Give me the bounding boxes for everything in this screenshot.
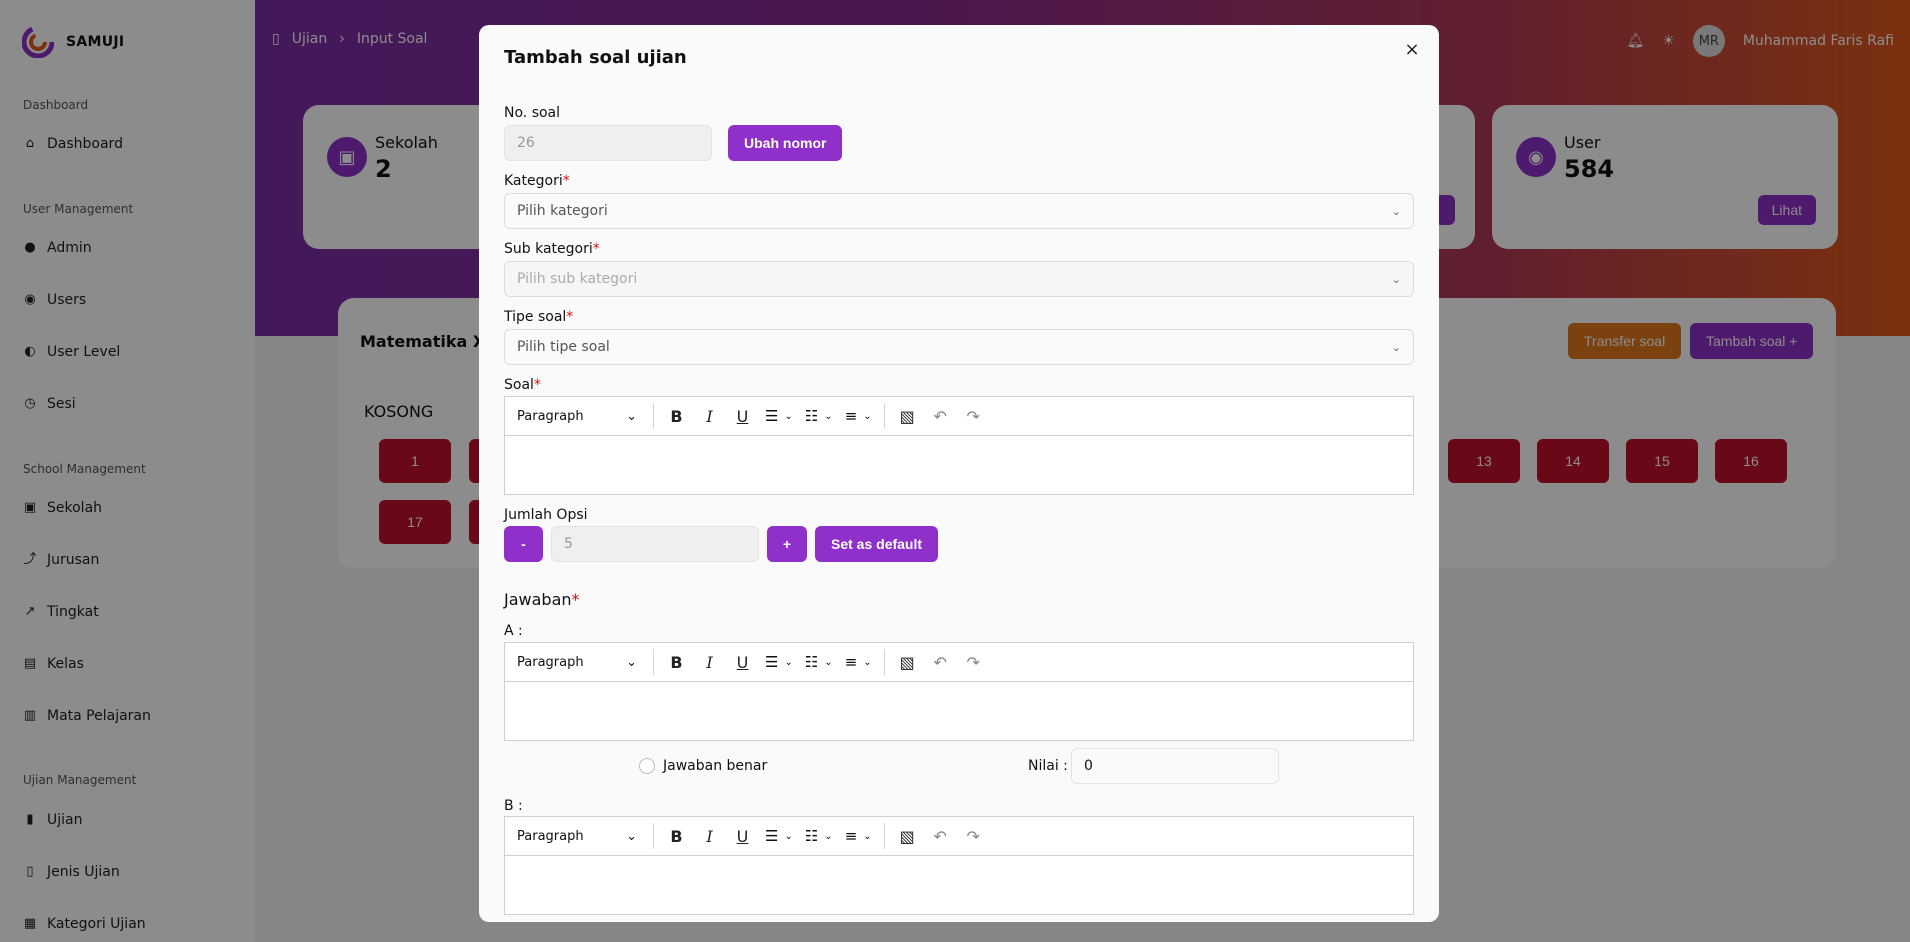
- redo-icon[interactable]: ↷: [957, 402, 990, 430]
- numbered-list-icon[interactable]: ☷ ⌄: [799, 407, 839, 425]
- required-mark: *: [592, 241, 600, 257]
- chevron-down-icon: ⌄: [1391, 340, 1401, 354]
- chevron-down-icon: ⌄: [1391, 204, 1401, 218]
- jawaban-benar-radio[interactable]: [639, 758, 655, 774]
- italic-icon[interactable]: I: [693, 402, 726, 430]
- paragraph-dropdown[interactable]: Paragraph ⌄: [517, 829, 647, 844]
- align-icon[interactable]: ≡ ⌄: [839, 407, 878, 425]
- undo-icon[interactable]: ↶: [924, 402, 957, 430]
- bold-icon[interactable]: B: [660, 648, 693, 676]
- required-mark: *: [562, 173, 570, 189]
- no-soal-input[interactable]: 26: [504, 125, 712, 161]
- sub-kategori-select[interactable]: Pilih sub kategori ⌄: [504, 261, 1414, 297]
- required-mark: *: [566, 309, 574, 325]
- nilai-label: Nilai :: [1028, 758, 1068, 774]
- editor-toolbar: Paragraph ⌄ B I U ☰ ⌄ ☷ ⌄ ≡ ⌄ ▧ ↶ ↷: [505, 817, 1413, 856]
- insert-image-icon[interactable]: ▧: [891, 822, 924, 850]
- toolbar-divider: [653, 403, 654, 429]
- paragraph-dropdown[interactable]: Paragraph ⌄: [517, 409, 647, 424]
- toolbar-divider: [883, 649, 885, 675]
- no-soal-label: No. soal: [504, 105, 561, 121]
- editor-toolbar: Paragraph ⌄ B I U ☰ ⌄ ☷ ⌄ ≡ ⌄ ▧ ↶ ↷: [505, 397, 1413, 436]
- toolbar-divider: [653, 649, 654, 675]
- numbered-list-icon[interactable]: ☷ ⌄: [799, 653, 839, 671]
- option-a-editor-body[interactable]: [505, 682, 1413, 740]
- align-icon[interactable]: ≡ ⌄: [839, 653, 878, 671]
- align-icon[interactable]: ≡ ⌄: [839, 827, 878, 845]
- required-mark: *: [533, 377, 541, 393]
- required-mark: *: [571, 590, 580, 609]
- soal-editor: Paragraph ⌄ B I U ☰ ⌄ ☷ ⌄ ≡ ⌄ ▧ ↶ ↷: [504, 396, 1414, 495]
- editor-toolbar: Paragraph ⌄ B I U ☰ ⌄ ☷ ⌄ ≡ ⌄ ▧ ↶ ↷: [505, 643, 1413, 682]
- toolbar-divider: [883, 403, 885, 429]
- undo-icon[interactable]: ↶: [924, 822, 957, 850]
- tipe-soal-select[interactable]: Pilih tipe soal ⌄: [504, 329, 1414, 365]
- nilai-input[interactable]: 0: [1071, 748, 1279, 784]
- option-a-label: A :: [504, 623, 523, 639]
- italic-icon[interactable]: I: [693, 822, 726, 850]
- numbered-list-icon[interactable]: ☷ ⌄: [799, 827, 839, 845]
- modal-title: Tambah soal ujian: [504, 47, 687, 68]
- redo-icon[interactable]: ↷: [957, 822, 990, 850]
- jawaban-benar-label: Jawaban benar: [663, 758, 768, 774]
- bulleted-list-icon[interactable]: ☰ ⌄: [759, 653, 799, 671]
- paragraph-dropdown[interactable]: Paragraph ⌄: [517, 655, 647, 670]
- bold-icon[interactable]: B: [660, 822, 693, 850]
- kategori-select[interactable]: Pilih kategori ⌄: [504, 193, 1414, 229]
- bulleted-list-icon[interactable]: ☰ ⌄: [759, 827, 799, 845]
- toolbar-divider: [653, 823, 654, 849]
- increase-opsi-button[interactable]: +: [767, 526, 807, 562]
- chevron-down-icon: ⌄: [1391, 272, 1401, 286]
- insert-image-icon[interactable]: ▧: [891, 648, 924, 676]
- bold-icon[interactable]: B: [660, 402, 693, 430]
- ubah-nomor-button[interactable]: Ubah nomor: [728, 125, 843, 161]
- option-b-editor-body[interactable]: [505, 856, 1413, 914]
- tambah-soal-modal: Tambah soal ujian × No. soal 26 Ubah nom…: [479, 25, 1439, 922]
- insert-image-icon[interactable]: ▧: [891, 402, 924, 430]
- soal-label: Soal*: [504, 377, 541, 393]
- toolbar-divider: [883, 823, 885, 849]
- set-as-default-button[interactable]: Set as default: [815, 526, 939, 562]
- option-b-editor: Paragraph ⌄ B I U ☰ ⌄ ☷ ⌄ ≡ ⌄ ▧ ↶ ↷: [504, 816, 1414, 915]
- soal-editor-body[interactable]: [505, 436, 1413, 494]
- undo-icon[interactable]: ↶: [924, 648, 957, 676]
- bulleted-list-icon[interactable]: ☰ ⌄: [759, 407, 799, 425]
- chevron-down-icon: ⌄: [626, 828, 637, 844]
- redo-icon[interactable]: ↷: [957, 648, 990, 676]
- kategori-label: Kategori*: [504, 173, 570, 189]
- italic-icon[interactable]: I: [693, 648, 726, 676]
- underline-icon[interactable]: U: [726, 402, 759, 430]
- decrease-opsi-button[interactable]: -: [504, 526, 543, 562]
- option-b-label: B :: [504, 798, 523, 814]
- sub-kategori-label: Sub kategori*: [504, 241, 600, 257]
- close-icon[interactable]: ×: [1401, 39, 1423, 61]
- underline-icon[interactable]: U: [726, 648, 759, 676]
- chevron-down-icon: ⌄: [626, 654, 637, 670]
- tipe-soal-label: Tipe soal*: [504, 309, 574, 325]
- jumlah-opsi-input[interactable]: 5: [551, 526, 759, 562]
- option-a-editor: Paragraph ⌄ B I U ☰ ⌄ ☷ ⌄ ≡ ⌄ ▧ ↶ ↷: [504, 642, 1414, 741]
- jumlah-opsi-label: Jumlah Opsi: [504, 507, 588, 523]
- underline-icon[interactable]: U: [726, 822, 759, 850]
- chevron-down-icon: ⌄: [626, 408, 637, 424]
- jawaban-label: Jawaban*: [504, 590, 580, 609]
